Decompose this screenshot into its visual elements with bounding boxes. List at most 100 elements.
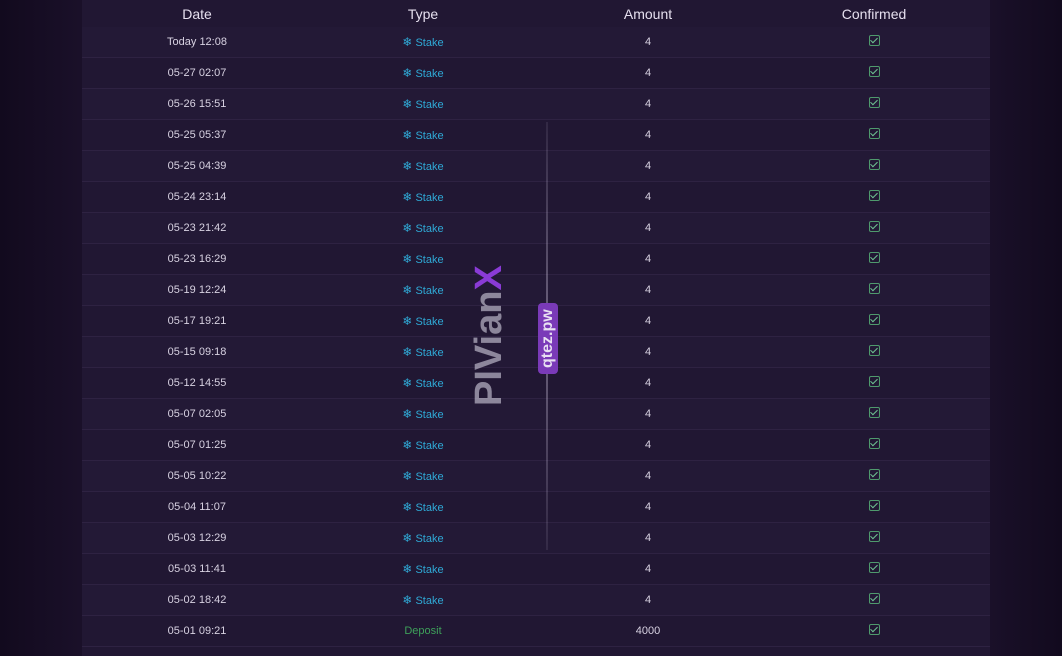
column-header-confirmed: Confirmed bbox=[841, 6, 907, 22]
snowflake-icon: ❄ bbox=[402, 159, 413, 173]
table-row: 05-19 12:24 ❄ Stake 4 bbox=[82, 275, 990, 306]
snowflake-icon: ❄ bbox=[402, 469, 413, 483]
cell-type-label: Deposit bbox=[404, 625, 442, 637]
snowflake-icon: ❄ bbox=[402, 407, 413, 421]
cell-date: 05-07 01:25 bbox=[167, 439, 227, 451]
cell-type-label: Stake bbox=[415, 316, 444, 328]
checkbox-checked-icon bbox=[868, 283, 880, 294]
table-row: 05-03 11:41 ❄ Stake 4 bbox=[82, 554, 990, 585]
snowflake-icon: ❄ bbox=[402, 221, 413, 235]
cell-type: ❄ Stake bbox=[310, 244, 536, 274]
checkbox-checked-icon bbox=[868, 593, 880, 604]
checkbox-checked-icon bbox=[868, 190, 880, 201]
snowflake-icon: ❄ bbox=[402, 128, 413, 142]
cell-date: 05-04 11:07 bbox=[168, 501, 226, 513]
cell-confirmed bbox=[761, 306, 987, 336]
cell-type-label: Stake bbox=[415, 347, 444, 359]
cell-type-label: Stake bbox=[415, 471, 444, 483]
cell-date: 05-17 19:21 bbox=[167, 315, 227, 327]
cell-date: 05-27 02:07 bbox=[167, 67, 227, 79]
cell-confirmed bbox=[761, 616, 987, 646]
cell-date: 05-23 16:29 bbox=[167, 253, 227, 265]
cell-type-label: Stake bbox=[415, 37, 444, 49]
cell-type-label: Stake bbox=[415, 68, 444, 80]
checkbox-checked-icon bbox=[868, 159, 880, 170]
cell-amount: 4 bbox=[644, 408, 652, 420]
cell-confirmed bbox=[761, 213, 987, 243]
checkbox-checked-icon bbox=[868, 469, 880, 480]
cell-type: ❄ Stake bbox=[310, 554, 536, 584]
cell-amount: 4 bbox=[644, 67, 652, 79]
table-row: 05-23 21:42 ❄ Stake 4 bbox=[82, 213, 990, 244]
cell-amount: 4 bbox=[644, 253, 652, 265]
cell-type: ❄ Stake bbox=[310, 461, 536, 491]
checkbox-checked-icon bbox=[868, 407, 880, 418]
checkbox-checked-icon bbox=[868, 221, 880, 232]
snowflake-icon: ❄ bbox=[402, 500, 413, 514]
snowflake-icon: ❄ bbox=[402, 35, 413, 49]
table-row: 05-27 02:07 ❄ Stake 4 bbox=[82, 58, 990, 89]
cell-confirmed bbox=[761, 399, 987, 429]
snowflake-icon: ❄ bbox=[402, 593, 413, 607]
cell-amount: 4 bbox=[644, 129, 652, 141]
cell-type: ❄ Stake bbox=[310, 306, 536, 336]
cell-confirmed bbox=[761, 275, 987, 305]
cell-type: ❄ Stake bbox=[310, 27, 536, 57]
scroll-divider bbox=[546, 122, 548, 550]
checkbox-checked-icon bbox=[868, 97, 880, 108]
cell-amount: 4 bbox=[644, 377, 652, 389]
cell-type-label: Stake bbox=[415, 595, 444, 607]
cell-type-label: Stake bbox=[415, 161, 444, 173]
column-header-amount: Amount bbox=[623, 6, 673, 22]
cell-amount: 4 bbox=[644, 160, 652, 172]
cell-confirmed bbox=[761, 523, 987, 553]
snowflake-icon: ❄ bbox=[402, 438, 413, 452]
checkbox-checked-icon bbox=[868, 345, 880, 356]
cell-date: 05-23 21:42 bbox=[167, 222, 227, 234]
cell-type: ❄ Stake bbox=[310, 585, 536, 615]
cell-type-label: Stake bbox=[415, 378, 444, 390]
table-row: 05-26 15:51 ❄ Stake 4 bbox=[82, 89, 990, 120]
checkbox-checked-icon bbox=[868, 66, 880, 77]
cell-date: 05-25 05:37 bbox=[167, 129, 227, 141]
cell-type: ❄ Stake bbox=[310, 399, 536, 429]
cell-type-label: Stake bbox=[415, 502, 444, 514]
cell-amount: 4 bbox=[644, 98, 652, 110]
table-row: 05-01 09:21 Deposit 4000 bbox=[82, 616, 990, 647]
cell-amount: 4 bbox=[644, 594, 652, 606]
checkbox-checked-icon bbox=[868, 624, 880, 635]
snowflake-icon: ❄ bbox=[402, 376, 413, 390]
cell-confirmed bbox=[761, 244, 987, 274]
cell-amount: 4000 bbox=[635, 625, 661, 637]
cell-type-label: Stake bbox=[415, 440, 444, 452]
cell-amount: 4 bbox=[644, 191, 652, 203]
checkbox-checked-icon bbox=[868, 438, 880, 449]
cell-type-label: Stake bbox=[415, 409, 444, 421]
table-row: 05-25 04:39 ❄ Stake 4 bbox=[82, 151, 990, 182]
table-row: 05-17 19:21 ❄ Stake 4 bbox=[82, 306, 990, 337]
cell-amount: 4 bbox=[644, 284, 652, 296]
snowflake-icon: ❄ bbox=[402, 562, 413, 576]
transactions-panel: Date Type Amount Confirmed Today 12:08 ❄ S… bbox=[82, 0, 990, 656]
checkbox-checked-icon bbox=[868, 35, 880, 46]
cell-type: ❄ Stake bbox=[310, 275, 536, 305]
table-row: 05-02 18:42 ❄ Stake 4 bbox=[82, 585, 990, 616]
cell-confirmed bbox=[761, 430, 987, 460]
checkbox-checked-icon bbox=[868, 314, 880, 325]
cell-type-label: Stake bbox=[415, 192, 444, 204]
cell-confirmed bbox=[761, 120, 987, 150]
cell-date: Today 12:08 bbox=[167, 36, 227, 48]
cell-type: ❄ Stake bbox=[310, 151, 536, 181]
cell-type-label: Stake bbox=[415, 533, 444, 545]
cell-date: 05-01 09:21 bbox=[167, 625, 227, 637]
checkbox-checked-icon bbox=[868, 531, 880, 542]
cell-date: 05-12 14:55 bbox=[167, 377, 227, 389]
cell-date: 05-02 18:42 bbox=[167, 594, 227, 606]
snowflake-icon: ❄ bbox=[402, 97, 413, 111]
cell-type-label: Stake bbox=[415, 130, 444, 142]
snowflake-icon: ❄ bbox=[402, 252, 413, 266]
table-row: 05-04 11:07 ❄ Stake 4 bbox=[82, 492, 990, 523]
cell-confirmed bbox=[761, 151, 987, 181]
cell-type: ❄ Stake bbox=[310, 89, 536, 119]
cell-date: 05-03 12:29 bbox=[167, 532, 227, 544]
